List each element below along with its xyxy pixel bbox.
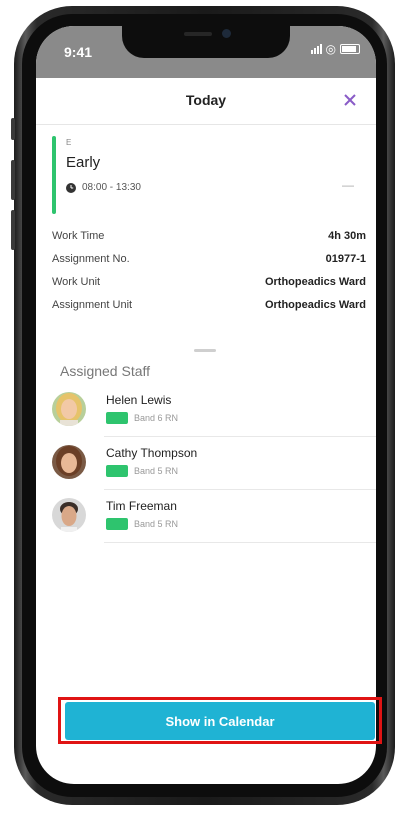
avatar [52, 498, 86, 532]
staff-list-item[interactable]: Cathy Thompson Band 5 RN [52, 437, 376, 490]
battery-icon [340, 44, 360, 54]
volume-down-button [11, 210, 15, 250]
detail-value: Orthopeadics Ward [264, 275, 366, 288]
close-icon [344, 94, 356, 106]
modal-header: Today [36, 78, 376, 125]
status-bar: 9:41 ◎ [36, 26, 376, 78]
volume-up-button [11, 160, 15, 200]
shift-card[interactable]: E Early 08:00 - 13:30 — [52, 134, 362, 214]
band-color-swatch [106, 518, 128, 530]
status-time: 9:41 [64, 44, 93, 60]
detail-label: Work Unit [52, 275, 101, 288]
drag-handle[interactable] [194, 349, 216, 352]
clock-icon [66, 182, 76, 193]
detail-row-work-time: Work Time 4h 30m [52, 224, 366, 247]
app-screen: 9:41 ◎ Today E Early 08:00 - 13:30 — Wor… [36, 26, 376, 784]
band-label: Band 6 RN [134, 413, 179, 423]
staff-list-item[interactable]: Tim Freeman Band 5 RN [52, 490, 376, 543]
staff-name: Helen Lewis [106, 393, 172, 407]
show-in-calendar-button[interactable]: Show in Calendar [65, 702, 375, 740]
avatar [52, 392, 86, 426]
shift-details: Work Time 4h 30m Assignment No. 01977-1 … [52, 224, 366, 316]
band-row: Band 5 RN [106, 465, 178, 477]
detail-value: 01977-1 [325, 252, 366, 265]
shift-trailing: — [342, 178, 354, 192]
band-row: Band 6 RN [106, 412, 178, 424]
band-row: Band 5 RN [106, 518, 178, 530]
notch [122, 26, 290, 58]
detail-row-assignment-unit: Assignment Unit Orthopeadics Ward [52, 293, 366, 316]
shift-time-range: 08:00 - 13:30 [82, 182, 141, 193]
avatar [52, 445, 86, 479]
assigned-staff-heading: Assigned Staff [60, 363, 151, 379]
detail-value: 4h 30m [328, 229, 366, 242]
shift-time-row: 08:00 - 13:30 [66, 182, 141, 193]
divider [104, 542, 376, 543]
detail-row-assignment-no: Assignment No. 01977-1 [52, 247, 366, 270]
shift-name: Early [66, 154, 101, 171]
detail-value: Orthopeadics Ward [264, 298, 366, 311]
shift-code: E [66, 138, 72, 147]
signal-icon [310, 44, 322, 54]
close-button[interactable] [338, 88, 362, 112]
detail-label: Assignment No. [52, 252, 130, 265]
detail-label: Work Time [52, 229, 105, 242]
band-label: Band 5 RN [134, 466, 179, 476]
status-icons: ◎ [310, 42, 360, 56]
wifi-icon: ◎ [325, 42, 336, 56]
band-color-swatch [106, 412, 128, 424]
page-title: Today [185, 92, 227, 108]
assigned-staff-list: Helen Lewis Band 6 RN Cathy Thompson Ban… [52, 384, 376, 543]
mute-switch [11, 118, 15, 140]
detail-row-work-unit: Work Unit Orthopeadics Ward [52, 270, 366, 293]
band-color-swatch [106, 465, 128, 477]
shift-color-bar [52, 136, 56, 214]
staff-name: Tim Freeman [106, 499, 177, 513]
band-label: Band 5 RN [134, 519, 179, 529]
staff-list-item[interactable]: Helen Lewis Band 6 RN [52, 384, 376, 437]
front-camera [222, 29, 231, 38]
speaker-grille [184, 32, 212, 36]
staff-name: Cathy Thompson [106, 446, 198, 460]
detail-label: Assignment Unit [52, 298, 133, 311]
